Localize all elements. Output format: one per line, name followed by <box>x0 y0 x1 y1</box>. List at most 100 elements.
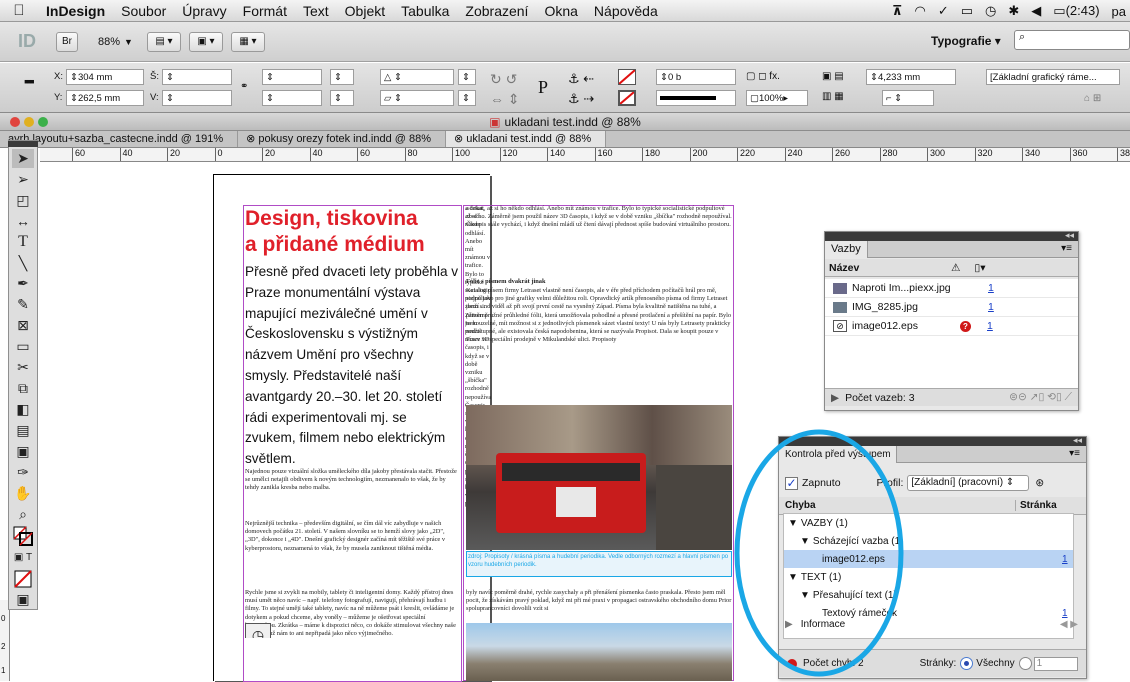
volume-icon[interactable]: ◀ <box>1031 3 1041 19</box>
pages-range-radio[interactable] <box>1018 657 1032 670</box>
document-page[interactable]: Design, tiskovina a přidané médium Přesn… <box>213 174 491 682</box>
page-col-icon[interactable]: ▯▾ <box>974 262 985 274</box>
x-position-field[interactable]: ⇕ 304 mm <box>66 69 144 85</box>
vertical-ruler[interactable]: 0 2 1 <box>0 600 10 681</box>
gutter-field[interactable]: ⇕ 4,233 mm <box>866 69 956 85</box>
stroke-swatch[interactable] <box>618 90 636 106</box>
gradient-swatch-tool-icon[interactable]: ◧ <box>12 400 34 419</box>
preflight-row-selected[interactable]: image012.eps 1 <box>784 550 1073 568</box>
menu-window[interactable]: Okna <box>536 3 585 19</box>
horizontal-ruler[interactable]: 60 40 20 0 20 40 60 80 100 120 140 160 180 200 220 240 2… <box>40 148 1130 162</box>
links-panel-titlebar[interactable]: ◂◂ <box>825 230 1078 241</box>
expand-arrow-icon[interactable]: ▼ <box>788 518 798 529</box>
flip-buttons-icon[interactable]: ⇔ ⇕ <box>490 91 520 108</box>
tab-links[interactable]: Vazby <box>825 241 868 258</box>
scale-y-dropdown[interactable]: ⇕ <box>330 90 354 106</box>
close-window-icon[interactable] <box>10 117 20 127</box>
battery-icon[interactable]: ▭(2:43) <box>1053 3 1099 19</box>
preflight-row[interactable]: ▼ Přesahující text (1) <box>784 586 1073 604</box>
eyedropper-tool-icon[interactable]: ✑ <box>12 463 34 482</box>
apple-menu-icon[interactable]:  <box>0 2 38 19</box>
style-options-icon[interactable]: ⌂ ⊞ <box>1084 93 1101 104</box>
display-icon[interactable]: ▭ <box>961 3 973 19</box>
adobe-icon[interactable]: ⊼ <box>892 3 903 19</box>
missing-link-icon[interactable]: ? <box>960 320 971 332</box>
corner-options-dropdown[interactable]: ⌐ ⇕ <box>882 90 934 106</box>
align-icon[interactable]: ▥ ▦ <box>822 91 844 102</box>
reference-point-icon[interactable]: ▪▪▪ <box>24 73 35 89</box>
collapse-icon[interactable]: ◂◂ <box>1073 435 1082 446</box>
menu-object[interactable]: Objekt <box>337 3 393 19</box>
expand-arrow-icon[interactable]: ▼ <box>800 590 810 601</box>
prev-next-icon[interactable]: ◀ ▶ <box>1060 619 1078 630</box>
stroke-type-dropdown[interactable] <box>656 90 736 106</box>
constrain-proportions-icon[interactable]: ⚭ <box>240 81 248 92</box>
pages-all-radio[interactable] <box>960 657 974 670</box>
scale-x-dropdown[interactable]: ⇕ <box>330 69 354 85</box>
rectangle-tool-icon[interactable]: ▭ <box>12 337 34 356</box>
zoom-tool-icon[interactable]: ⌕ <box>12 505 34 524</box>
height-field[interactable]: ⇕ <box>162 90 232 106</box>
link-row[interactable]: Naproti Im...piexx.jpg 1 <box>825 279 1078 297</box>
fill-stroke-icon[interactable] <box>12 526 34 547</box>
menu-text[interactable]: Text <box>295 3 337 19</box>
menu-file[interactable]: Soubor <box>113 3 174 19</box>
screen-mode-icon[interactable]: ▣ <box>12 590 34 609</box>
bluetooth-icon[interactable]: ✱ <box>1008 3 1019 19</box>
effects-icon[interactable]: ▢ ◻ fx. <box>746 71 780 82</box>
gap-tool-icon[interactable]: ↔ <box>12 212 34 231</box>
image-caption[interactable]: zdroj: Propisoty / krásná písma a hudebn… <box>466 551 732 577</box>
direct-selection-tool-icon[interactable]: ➢ <box>12 170 34 189</box>
pencil-tool-icon[interactable]: ✎ <box>12 295 34 314</box>
preflight-row[interactable]: ▼ TEXT (1) <box>784 568 1073 586</box>
collapse-icon[interactable]: ◂◂ <box>1065 230 1074 241</box>
check-icon[interactable]: ✓ <box>938 3 949 19</box>
panel-menu-icon[interactable]: ▾≡ <box>1069 448 1080 459</box>
links-col-name[interactable]: Název <box>829 262 947 274</box>
expand-arrow-icon[interactable]: ▼ <box>788 572 798 583</box>
menu-table[interactable]: Tabulka <box>393 3 457 19</box>
link-actions-icon[interactable]: ⊜⊝ ↗▯ ⟲▯ ⟋ <box>1009 391 1072 404</box>
scissors-tool-icon[interactable]: ✂ <box>12 358 34 377</box>
menu-edit[interactable]: Úpravy <box>174 3 234 19</box>
shear-dropdown[interactable]: ⇕ <box>458 90 476 106</box>
link-page[interactable]: 1 <box>988 301 994 313</box>
opacity-field[interactable]: ▢ 100% ▸ <box>746 90 808 106</box>
free-transform-tool-icon[interactable]: ⧉ <box>12 379 34 398</box>
apply-none-icon[interactable] <box>12 569 34 588</box>
link-row[interactable]: ⊘ image012.eps ? 1 <box>825 317 1078 335</box>
zoom-window-icon[interactable] <box>38 117 48 127</box>
preflight-info-row[interactable]: ▶ Informace ◀ ▶ <box>779 615 1086 633</box>
preflight-row[interactable]: ▼ Scházející vazba (1) <box>784 532 1073 550</box>
menu-format[interactable]: Formát <box>235 3 295 19</box>
object-style-dropdown[interactable]: [Základní grafický ráme... <box>986 69 1120 85</box>
formatting-affects-text-icon[interactable]: ▣ T <box>12 548 34 567</box>
expand-info-icon[interactable]: ▶ <box>785 619 793 630</box>
preflight-row[interactable]: ▼ VAZBY (1) <box>784 514 1073 532</box>
link-page[interactable]: 1 <box>987 320 993 332</box>
menu-view[interactable]: Zobrazení <box>457 3 536 19</box>
view-options-button[interactable]: ▤ ▾ <box>146 31 181 52</box>
pages-range-field[interactable]: 1 <box>1033 656 1078 671</box>
workspace-switcher[interactable]: Typografie ▾ <box>931 34 1001 48</box>
tools-panel-grip[interactable] <box>8 141 38 147</box>
profile-dropdown[interactable]: [Základní] (pracovní) ⇕ <box>907 475 1030 491</box>
photo-street[interactable] <box>466 623 732 681</box>
clock-image-icon[interactable]: ◷ <box>245 623 271 639</box>
wifi-icon[interactable]: ◠ <box>914 3 925 19</box>
rotate-buttons-icon[interactable]: ↻ ↺ <box>490 71 517 88</box>
tab-close-icon[interactable]: ⊗ <box>454 133 466 145</box>
rectangle-frame-tool-icon[interactable]: ⊠ <box>12 316 34 335</box>
line-tool-icon[interactable]: ╲ <box>12 254 34 273</box>
expand-info-icon[interactable]: ▶ <box>831 392 839 404</box>
tab-close-icon[interactable]: ⊗ <box>246 133 258 145</box>
zoom-dropdown-icon[interactable]: ▼ <box>124 37 133 47</box>
scale-y-field[interactable]: ⇕ <box>262 90 322 106</box>
preflight-panel-titlebar[interactable]: ◂◂ <box>779 435 1086 446</box>
screen-mode-button[interactable]: ▣ ▾ <box>188 31 223 52</box>
y-position-field[interactable]: ⇕ 262,5 mm <box>66 90 144 106</box>
rotation-dropdown[interactable]: ⇕ <box>458 69 476 85</box>
col-page[interactable]: Stránka <box>1015 500 1057 511</box>
time-machine-icon[interactable]: ◷ <box>985 3 996 19</box>
select-content-icon[interactable]: ⚓ ⇢ <box>568 91 594 107</box>
